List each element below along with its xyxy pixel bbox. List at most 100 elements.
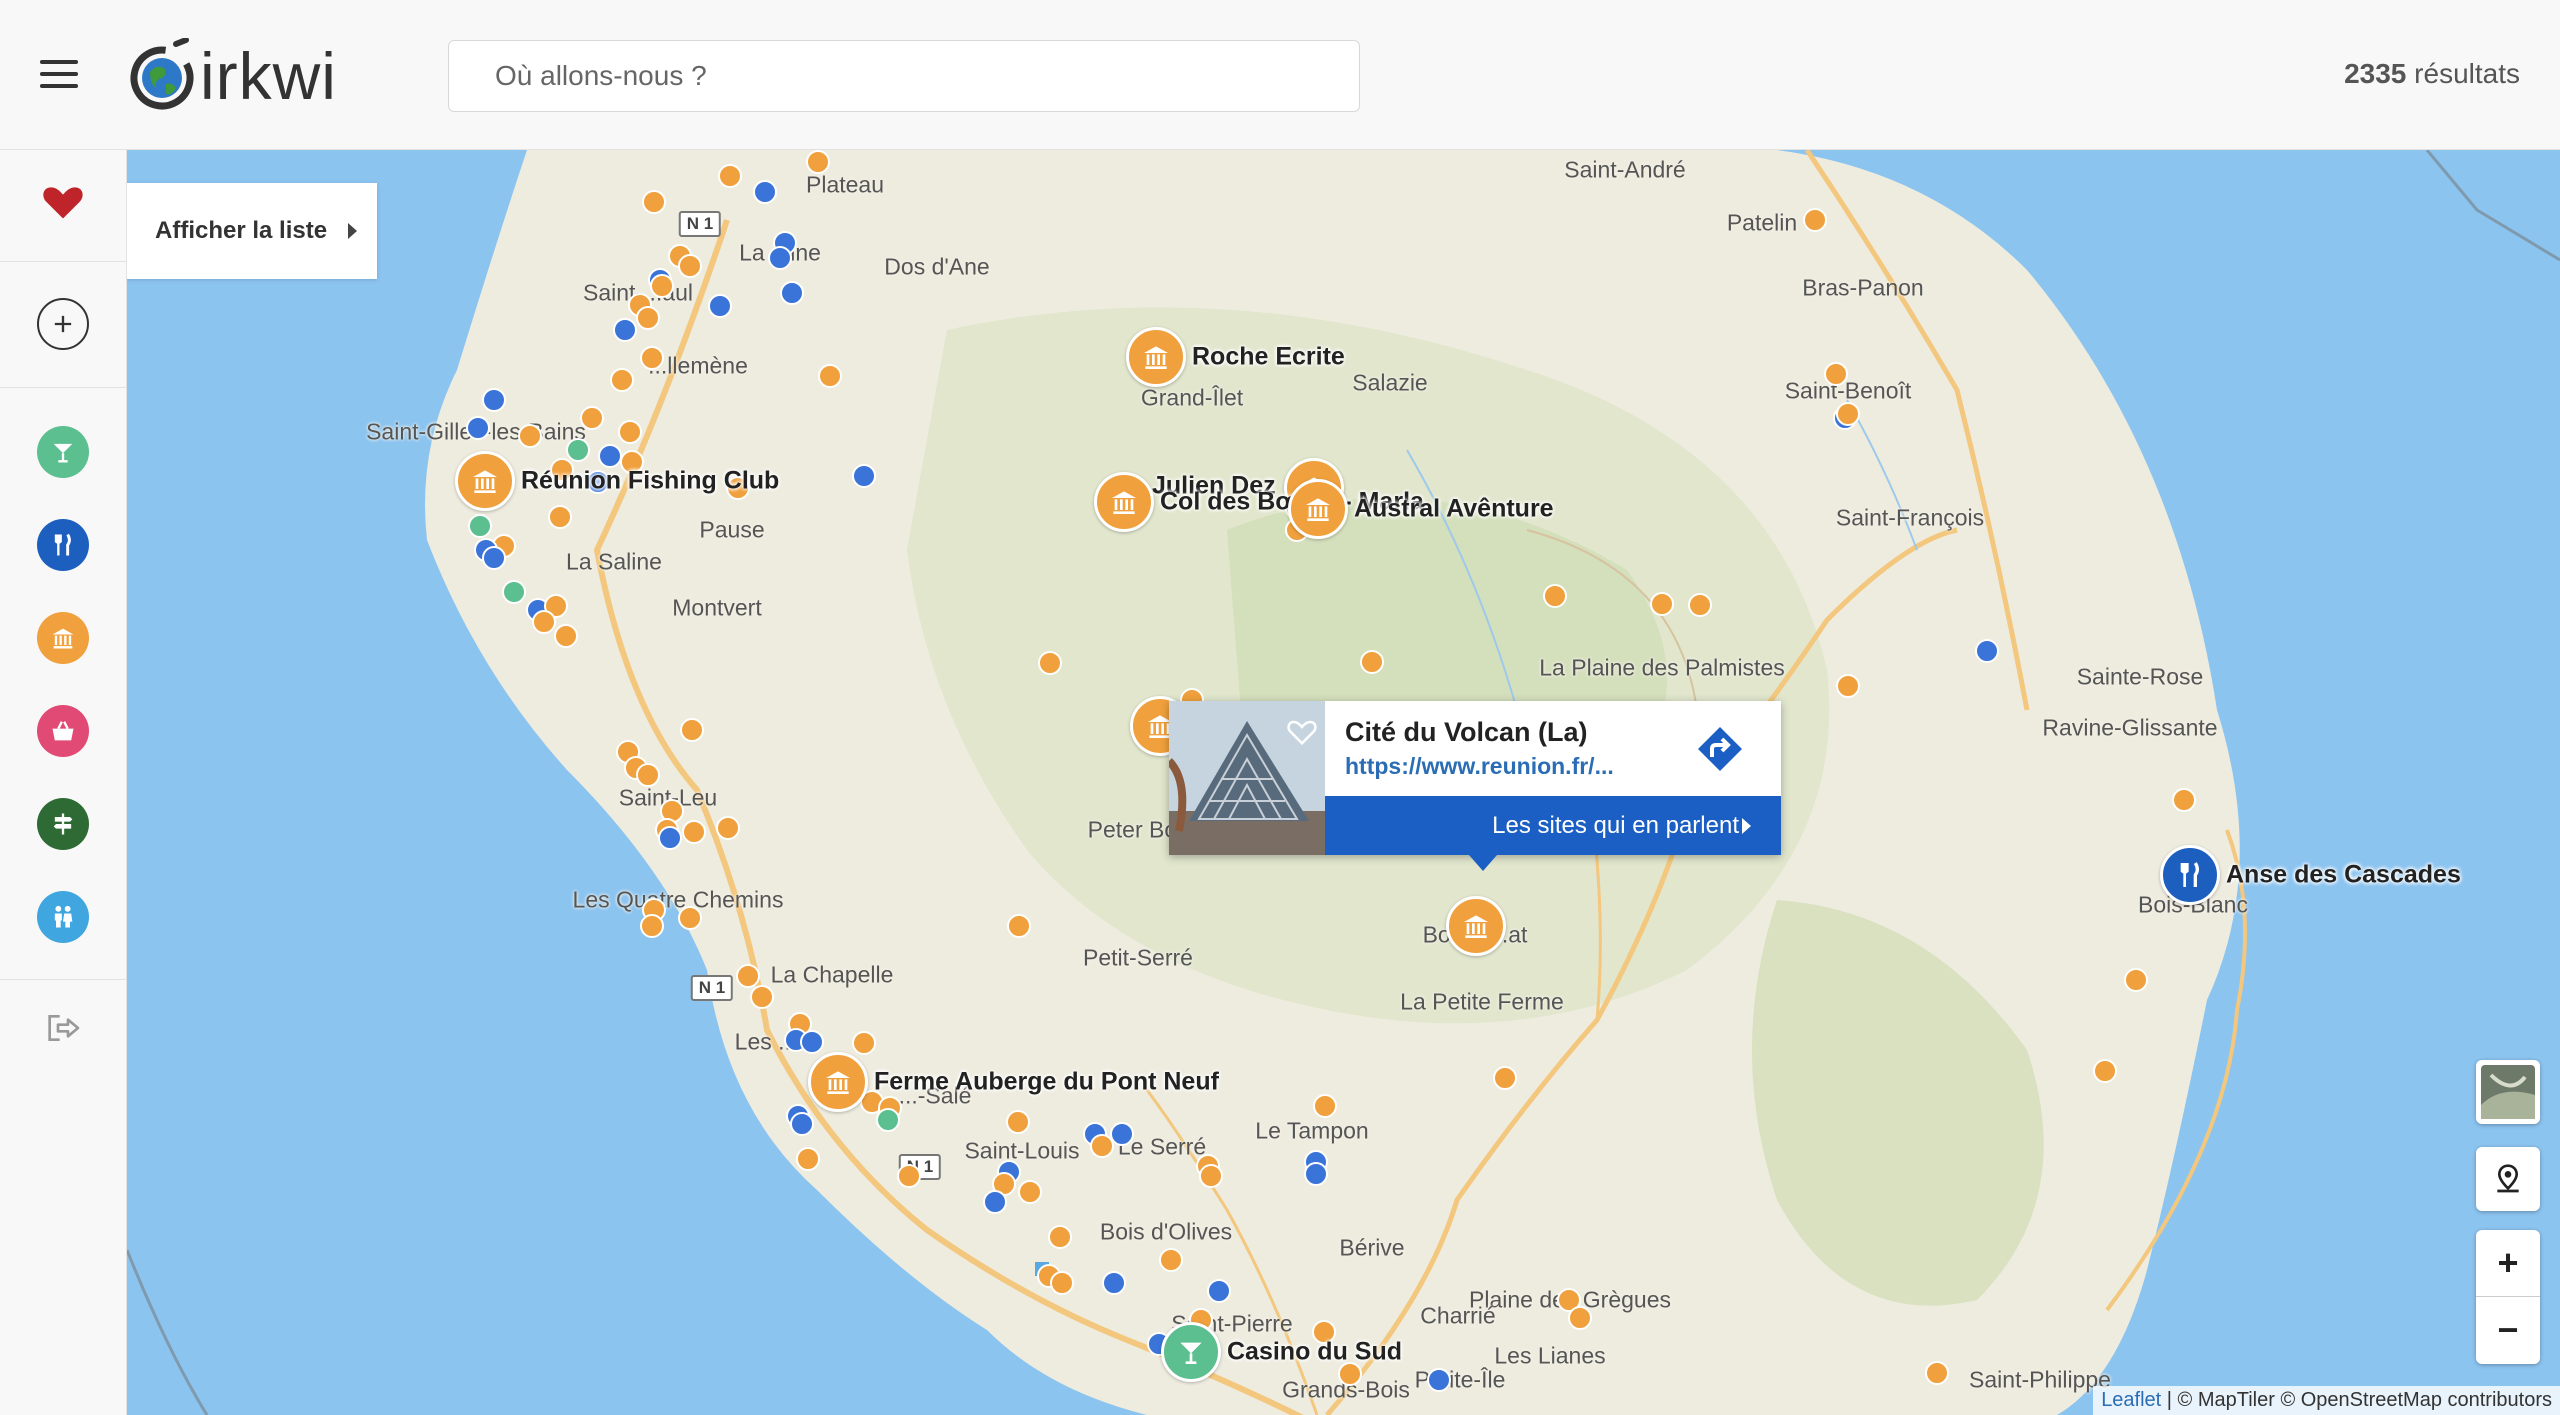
poi-marker-label[interactable]: Anse des Cascades bbox=[2226, 861, 2461, 890]
poi-dot[interactable] bbox=[1568, 1306, 1592, 1330]
poi-dot[interactable] bbox=[852, 1031, 876, 1055]
poi-dot[interactable] bbox=[876, 1108, 900, 1132]
poi-marker-label[interactable]: Roche Ecrite bbox=[1192, 343, 1345, 372]
poi-dot[interactable] bbox=[780, 281, 804, 305]
poi-dot[interactable] bbox=[1199, 1164, 1223, 1188]
poi-dot[interactable] bbox=[636, 763, 660, 787]
poi-marker[interactable] bbox=[1446, 896, 1506, 956]
poi-dot[interactable] bbox=[806, 150, 830, 174]
search-input[interactable] bbox=[448, 40, 1360, 112]
popup-favorite-button[interactable] bbox=[1287, 717, 1317, 747]
poi-dot[interactable] bbox=[768, 246, 792, 270]
filter-family-button[interactable] bbox=[37, 891, 89, 943]
poi-dot[interactable] bbox=[618, 420, 642, 444]
poi-marker-label[interactable]: Ferme Auberge du Pont Neuf bbox=[874, 1068, 1219, 1097]
poi-dot[interactable] bbox=[650, 274, 674, 298]
poi-dot[interactable] bbox=[796, 1147, 820, 1171]
poi-dot[interactable] bbox=[1803, 208, 1827, 232]
favorites-button[interactable] bbox=[37, 176, 89, 228]
poi-dot[interactable] bbox=[1688, 593, 1712, 617]
poi-dot[interactable] bbox=[1048, 1225, 1072, 1249]
poi-dot[interactable] bbox=[682, 820, 706, 844]
poi-dot[interactable] bbox=[790, 1112, 814, 1136]
poi-dot[interactable] bbox=[1650, 592, 1674, 616]
poi-dot[interactable] bbox=[1090, 1134, 1114, 1158]
poi-dot[interactable] bbox=[1836, 402, 1860, 426]
poi-dot[interactable] bbox=[1007, 914, 1031, 938]
poi-dot[interactable] bbox=[678, 906, 702, 930]
poi-dot[interactable] bbox=[548, 505, 572, 529]
poi-dot[interactable] bbox=[1313, 1094, 1337, 1118]
poi-dot[interactable] bbox=[1975, 639, 1999, 663]
add-button[interactable] bbox=[37, 298, 89, 350]
poi-dot[interactable] bbox=[636, 306, 660, 330]
poi-dot[interactable] bbox=[1493, 1066, 1517, 1090]
poi-marker-label[interactable]: Réunion Fishing Club bbox=[521, 467, 779, 496]
poi-dot[interactable] bbox=[2172, 788, 2196, 812]
poi-dot[interactable] bbox=[800, 1030, 824, 1054]
poi-marker[interactable] bbox=[455, 451, 515, 511]
poi-dot[interactable] bbox=[818, 364, 842, 388]
poi-dot[interactable] bbox=[658, 826, 682, 850]
poi-dot[interactable] bbox=[1543, 584, 1567, 608]
poi-dot[interactable] bbox=[640, 914, 664, 938]
poi-dot[interactable] bbox=[566, 438, 590, 462]
zoom-in-button[interactable]: + bbox=[2476, 1230, 2540, 1296]
filter-restaurants-button[interactable] bbox=[37, 519, 89, 571]
poi-dot[interactable] bbox=[852, 464, 876, 488]
poi-dot[interactable] bbox=[753, 180, 777, 204]
poi-dot[interactable] bbox=[718, 164, 742, 188]
poi-dot[interactable] bbox=[708, 294, 732, 318]
map-view[interactable]: Saint-André Plateau Patelin Dos d'Ane La ...… bbox=[127, 150, 2560, 1415]
poi-dot[interactable] bbox=[613, 318, 637, 342]
poi-dot[interactable] bbox=[466, 416, 490, 440]
poi-dot[interactable] bbox=[1360, 650, 1384, 674]
poi-marker[interactable] bbox=[1126, 327, 1186, 387]
poi-dot[interactable] bbox=[1824, 362, 1848, 386]
poi-dot[interactable] bbox=[897, 1164, 921, 1188]
poi-dot[interactable] bbox=[1427, 1368, 1451, 1392]
poi-dot[interactable] bbox=[518, 424, 542, 448]
poi-dot[interactable] bbox=[983, 1190, 1007, 1214]
poi-dot[interactable] bbox=[482, 546, 506, 570]
poi-dot[interactable] bbox=[1207, 1279, 1231, 1303]
poi-dot[interactable] bbox=[640, 346, 664, 370]
poi-dot[interactable] bbox=[1038, 651, 1062, 675]
logout-button[interactable] bbox=[37, 1002, 89, 1054]
poi-dot[interactable] bbox=[1102, 1271, 1126, 1295]
filter-bars-button[interactable] bbox=[37, 426, 89, 478]
directions-button[interactable] bbox=[1696, 725, 1744, 773]
poi-dot[interactable] bbox=[610, 368, 634, 392]
poi-marker[interactable] bbox=[2160, 845, 2220, 905]
poi-dot[interactable] bbox=[1304, 1162, 1328, 1186]
poi-dot[interactable] bbox=[680, 718, 704, 742]
poi-marker-label[interactable]: Austral Avênture bbox=[1354, 495, 1554, 524]
locate-button[interactable] bbox=[2476, 1147, 2540, 1211]
poi-dot[interactable] bbox=[1925, 1361, 1949, 1385]
filter-shopping-button[interactable] bbox=[37, 705, 89, 757]
poi-dot[interactable] bbox=[580, 406, 604, 430]
poi-marker-label[interactable]: Casino du Sud bbox=[1227, 1338, 1402, 1367]
poi-dot[interactable] bbox=[554, 624, 578, 648]
related-sites-button[interactable]: Les sites qui en parlent bbox=[1325, 796, 1781, 855]
poi-dot[interactable] bbox=[2093, 1059, 2117, 1083]
poi-dot[interactable] bbox=[1836, 674, 1860, 698]
filter-culture-button[interactable] bbox=[37, 612, 89, 664]
poi-dot[interactable] bbox=[482, 388, 506, 412]
poi-dot[interactable] bbox=[736, 964, 760, 988]
show-list-button[interactable]: Afficher la liste bbox=[127, 183, 377, 279]
poi-dot[interactable] bbox=[1018, 1180, 1042, 1204]
poi-marker[interactable] bbox=[1161, 1322, 1221, 1382]
poi-dot[interactable] bbox=[502, 580, 526, 604]
poi-dot[interactable] bbox=[678, 254, 702, 278]
poi-dot[interactable] bbox=[598, 444, 622, 468]
poi-dot[interactable] bbox=[1006, 1110, 1030, 1134]
poi-dot[interactable] bbox=[1159, 1248, 1183, 1272]
poi-marker[interactable] bbox=[808, 1052, 868, 1112]
menu-icon[interactable] bbox=[40, 60, 78, 90]
poi-dot[interactable] bbox=[468, 514, 492, 538]
zoom-out-button[interactable]: − bbox=[2476, 1297, 2540, 1363]
poi-dot[interactable] bbox=[716, 816, 740, 840]
leaflet-link[interactable]: Leaflet bbox=[2101, 1389, 2161, 1411]
poi-dot[interactable] bbox=[1050, 1271, 1074, 1295]
